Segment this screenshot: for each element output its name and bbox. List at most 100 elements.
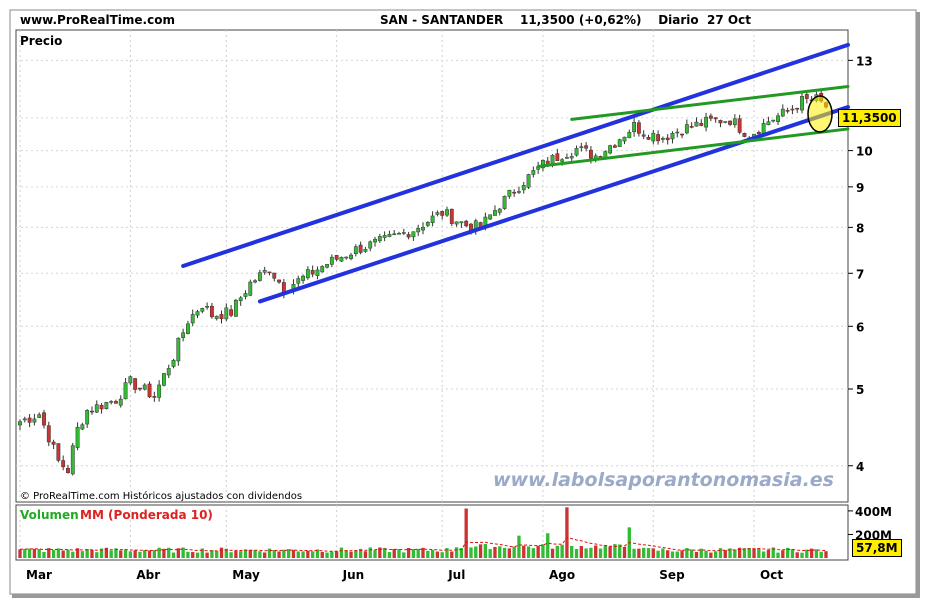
volume-bar <box>191 552 195 558</box>
candle <box>502 195 507 210</box>
volume-bar <box>579 545 583 558</box>
candle-body <box>243 293 248 297</box>
ticker-header: SAN - SANTANDER 11,3500 (+0,62%) Diario … <box>380 13 751 27</box>
candle-body <box>349 254 353 259</box>
candle-body <box>641 134 646 137</box>
candle <box>608 144 613 155</box>
volume-bar <box>723 550 727 558</box>
candle-body <box>454 221 459 225</box>
volume-bar <box>670 551 675 558</box>
volume-bar <box>157 547 161 558</box>
highlight-ellipse <box>807 95 833 133</box>
last-volume-badge: 57,8M <box>852 539 902 557</box>
volume-bar <box>42 551 46 558</box>
candle-body <box>646 137 651 140</box>
volume-bar <box>234 551 238 558</box>
candle-body <box>262 269 267 273</box>
volume-bar <box>555 545 560 558</box>
candle-body <box>229 309 234 316</box>
candle-body <box>449 208 454 224</box>
volume-bar <box>215 551 219 558</box>
candle <box>320 265 325 273</box>
candle-body <box>761 123 766 134</box>
volume-bar <box>656 550 660 558</box>
candle-body <box>694 121 699 127</box>
candle-body <box>517 191 521 193</box>
candle-body <box>660 138 665 140</box>
candle-body <box>27 417 32 423</box>
volume-bar <box>320 551 324 558</box>
candle-body <box>565 157 569 159</box>
volume-bar <box>608 546 612 558</box>
volume-bar <box>128 551 133 558</box>
volume-bar <box>349 551 353 558</box>
candle-body <box>18 421 22 426</box>
candle-body <box>123 382 128 400</box>
candle-body <box>699 123 704 126</box>
candle <box>248 279 253 297</box>
candle-body <box>310 270 315 275</box>
volume-bar <box>186 551 190 558</box>
volume-bar <box>718 548 723 558</box>
volume-bar <box>704 550 708 558</box>
candle-body <box>737 118 742 133</box>
volume-bar <box>325 552 329 558</box>
candle-body <box>512 191 517 194</box>
volume-bar <box>32 548 37 558</box>
volume-bar <box>416 548 420 558</box>
x-tick-label: Ago <box>549 568 575 582</box>
volume-bar <box>51 550 56 558</box>
volume-bar <box>80 551 85 558</box>
volume-bar <box>301 551 305 558</box>
candle-body <box>526 174 531 188</box>
candle-body <box>368 241 373 249</box>
candle-body <box>176 337 181 362</box>
candle-body <box>795 107 800 110</box>
watermark-text: www.labolsaporantonomasia.es <box>493 469 834 491</box>
candle-body <box>684 124 689 134</box>
candle-body <box>665 137 670 141</box>
volume-tick-label: 400M <box>855 505 892 519</box>
candle-body <box>205 306 210 308</box>
volume-bar <box>560 544 564 558</box>
volume-bar <box>411 549 416 558</box>
volume-bar <box>776 552 780 558</box>
candle-body <box>219 314 224 319</box>
candle-body <box>670 133 675 140</box>
candle-body <box>157 384 162 398</box>
candle-body <box>680 133 684 136</box>
candle-body <box>214 315 219 319</box>
x-tick-label: May <box>232 568 260 582</box>
candle-body <box>277 279 281 283</box>
volume-bar <box>646 548 651 558</box>
volume-bar <box>296 551 300 558</box>
candle-body <box>46 425 51 443</box>
volume-bar <box>478 544 483 558</box>
volume-bar <box>143 550 147 558</box>
volume-bar <box>171 552 176 558</box>
volume-bar <box>526 546 531 558</box>
candle-body <box>37 414 42 418</box>
candle-body <box>162 373 166 386</box>
candle <box>233 298 238 317</box>
volume-bar <box>330 551 334 558</box>
last-price-badge: 11,3500 <box>838 109 901 127</box>
candle-body <box>382 235 387 238</box>
candle-body <box>800 96 804 111</box>
volume-bar <box>239 551 243 558</box>
candle-body <box>373 238 377 243</box>
ticker-date: 27 Oct <box>707 13 751 27</box>
volume-bar <box>37 549 41 558</box>
volume-bar <box>483 544 488 558</box>
volume-bar <box>195 552 200 558</box>
candle-body <box>790 108 795 111</box>
candle <box>617 138 622 147</box>
volume-bar <box>570 545 574 558</box>
candle-body <box>152 396 157 398</box>
candle-body <box>569 156 574 159</box>
frame-shadow-right <box>916 12 920 596</box>
candle-body <box>377 236 382 242</box>
candle-body <box>459 221 464 224</box>
volume-bar <box>440 552 444 558</box>
candle-body <box>612 145 617 148</box>
